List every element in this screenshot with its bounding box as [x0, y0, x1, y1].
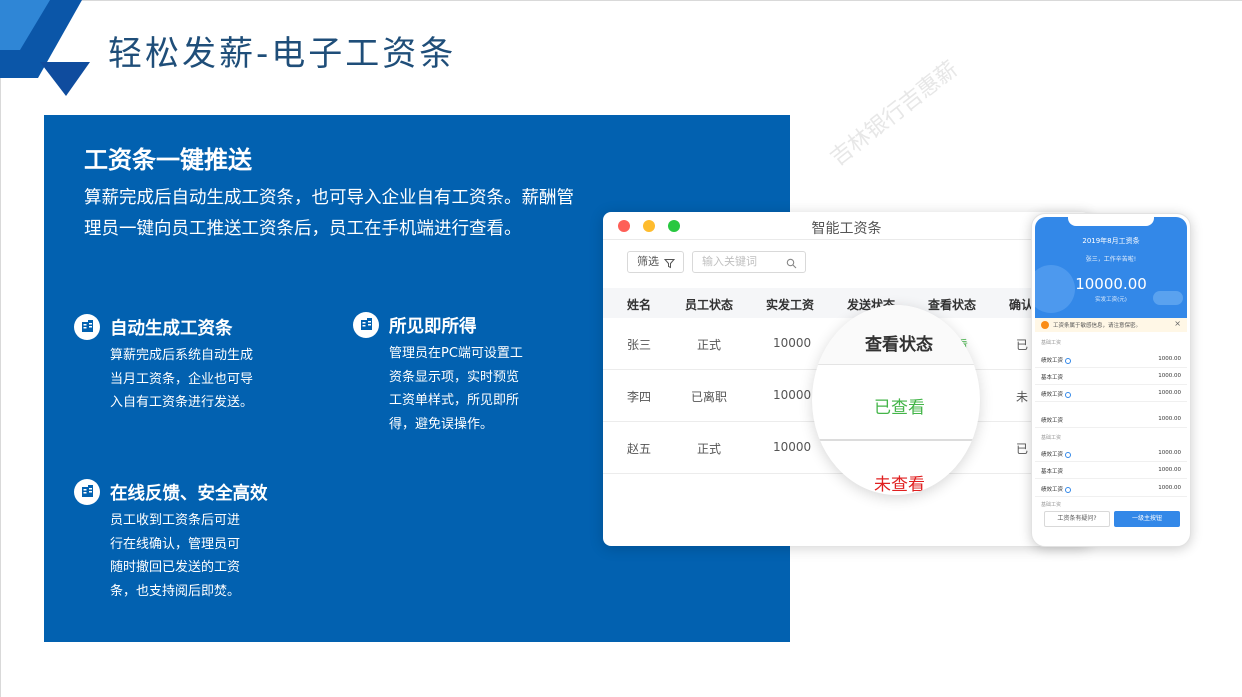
cell-salary: 10000 — [773, 388, 812, 402]
item-label: 绩效工资 — [1041, 485, 1072, 493]
item-label: 绩效工资 — [1041, 450, 1072, 458]
item-value: 1000.00 — [1158, 390, 1181, 396]
cell-salary: 10000 — [773, 440, 812, 454]
item-value: 1000.00 — [1158, 467, 1181, 473]
item-label: 基本工资 — [1041, 375, 1064, 381]
section-label: 基础工资 — [1041, 435, 1062, 441]
primary-button[interactable]: 一级主按钮 — [1114, 511, 1180, 527]
header-decoration — [1035, 265, 1183, 313]
not-viewed-status: 未查看 — [874, 475, 925, 495]
top-border — [0, 0, 1242, 1]
list-item: 绩效工资 1000.00 — [1035, 411, 1187, 428]
close-icon[interactable]: × — [1174, 319, 1181, 328]
feature-title: 在线反馈、安全高效 — [110, 484, 268, 504]
payslip-month-title: 2019年8月工资条 — [1082, 237, 1140, 245]
item-label: 绩效工资 — [1041, 418, 1064, 424]
window-title: 智能工资条 — [811, 221, 882, 237]
question-button[interactable]: 工资条有疑问? — [1044, 511, 1110, 527]
column-header: 姓名 — [627, 298, 652, 312]
magnifier-header: 查看状态 — [812, 305, 980, 365]
item-value: 1000.00 — [1158, 356, 1181, 362]
funnel-icon — [663, 256, 676, 276]
building-icon — [74, 479, 100, 505]
column-header: 实发工资 — [766, 298, 815, 312]
panel-description: 算薪完成后自动生成工资条，也可导入企业自有工资条。薪酬管理员一键向员工推送工资条… — [84, 188, 574, 239]
corner-decoration — [0, 0, 90, 96]
feature-description: 管理员在PC端可设置工资条显示项，实时预览工资单样式，所见即所得，避免误操作。 — [389, 346, 523, 432]
cell-status: 正式 — [697, 338, 722, 352]
mobile-header: 2019年8月工资条 张三，工作辛苦啦! 10000.00 实发工资(元) — [1035, 217, 1187, 324]
item-value: 1000.00 — [1158, 416, 1181, 422]
list-item: 绩效工资 1000.00 — [1035, 351, 1187, 368]
section-label: 基础工资 — [1041, 502, 1062, 508]
cell-confirm-fragment: 未 — [1016, 390, 1029, 404]
view-status-magnifier: 查看状态 已查看 未查看 — [812, 305, 980, 495]
building-icon — [353, 312, 379, 338]
magnifier-header-label: 查看状态 — [865, 335, 933, 355]
cell-name: 李四 — [627, 390, 652, 404]
watermark: 吉林银行吉惠薪 — [825, 56, 963, 172]
list-item: 基本工资 1000.00 — [1035, 368, 1187, 385]
cell-salary: 10000 — [773, 336, 812, 350]
list-item: 绩效工资 1000.00 — [1035, 480, 1187, 497]
item-value: 1000.00 — [1158, 450, 1181, 456]
net-salary-amount: 10000.00 — [1075, 275, 1147, 293]
search-placeholder: 输入关键词 — [702, 255, 757, 268]
search-input[interactable]: 输入关键词 — [692, 251, 806, 273]
cell-status: 正式 — [697, 442, 722, 456]
net-salary-caption: 实发工资(元) — [1095, 297, 1127, 303]
info-icon[interactable] — [1065, 391, 1072, 398]
search-icon — [786, 256, 797, 276]
cell-status: 已离职 — [691, 390, 728, 404]
item-value: 1000.00 — [1158, 485, 1181, 491]
privacy-notice: 工资条属于敏感信息，请注意保密。 × — [1035, 318, 1187, 332]
slide-title: 轻松发薪-电子工资条 — [108, 34, 457, 74]
item-label: 基本工资 — [1041, 469, 1064, 475]
cell-name: 张三 — [627, 338, 652, 352]
item-label: 绩效工资 — [1041, 356, 1072, 364]
greeting-text: 张三，工作辛苦啦! — [1085, 256, 1137, 263]
notice-text: 工资条属于敏感信息，请注意保密。 — [1053, 323, 1142, 329]
info-icon[interactable] — [1065, 451, 1072, 458]
info-icon[interactable] — [1065, 486, 1072, 493]
feature-description: 算薪完成后系统自动生成当月工资条，企业也可导入自有工资条进行发送。 — [110, 348, 254, 410]
cell-name: 赵五 — [627, 442, 652, 456]
building-icon — [74, 314, 100, 340]
cell-confirm-fragment: 已 — [1016, 338, 1029, 352]
filter-button[interactable]: 筛选 — [627, 251, 684, 273]
feature-title: 自动生成工资条 — [110, 319, 233, 339]
cell-confirm-fragment: 已 — [1016, 442, 1029, 456]
list-item: 绩效工资 1000.00 — [1035, 385, 1187, 402]
list-item: 基本工资 1000.00 — [1035, 462, 1187, 479]
panel-heading: 工资条一键推送 — [84, 146, 252, 174]
warning-icon — [1041, 321, 1049, 329]
mobile-payslip-preview: 2019年8月工资条 张三，工作辛苦啦! 10000.00 实发工资(元) 工资… — [1031, 213, 1191, 547]
mobile-footer: 工资条有疑问? 一级主按钮 — [1035, 509, 1187, 531]
feature-description: 员工收到工资条后可进行在线确认，管理员可随时撤回已发送的工资条，也支持阅后即焚。 — [110, 513, 241, 599]
column-header: 员工状态 — [685, 298, 734, 312]
filter-label: 筛选 — [637, 255, 659, 268]
section-label: 基础工资 — [1041, 340, 1062, 346]
feature-title: 所见即所得 — [389, 317, 477, 337]
info-icon[interactable] — [1065, 357, 1072, 364]
item-label: 绩效工资 — [1041, 390, 1072, 398]
window-titlebar: 智能工资条 — [603, 212, 1090, 240]
list-item: 绩效工资 1000.00 — [1035, 445, 1187, 462]
column-header: 确认 — [1009, 298, 1034, 312]
viewed-status: 已查看 — [874, 398, 925, 418]
item-value: 1000.00 — [1158, 373, 1181, 379]
